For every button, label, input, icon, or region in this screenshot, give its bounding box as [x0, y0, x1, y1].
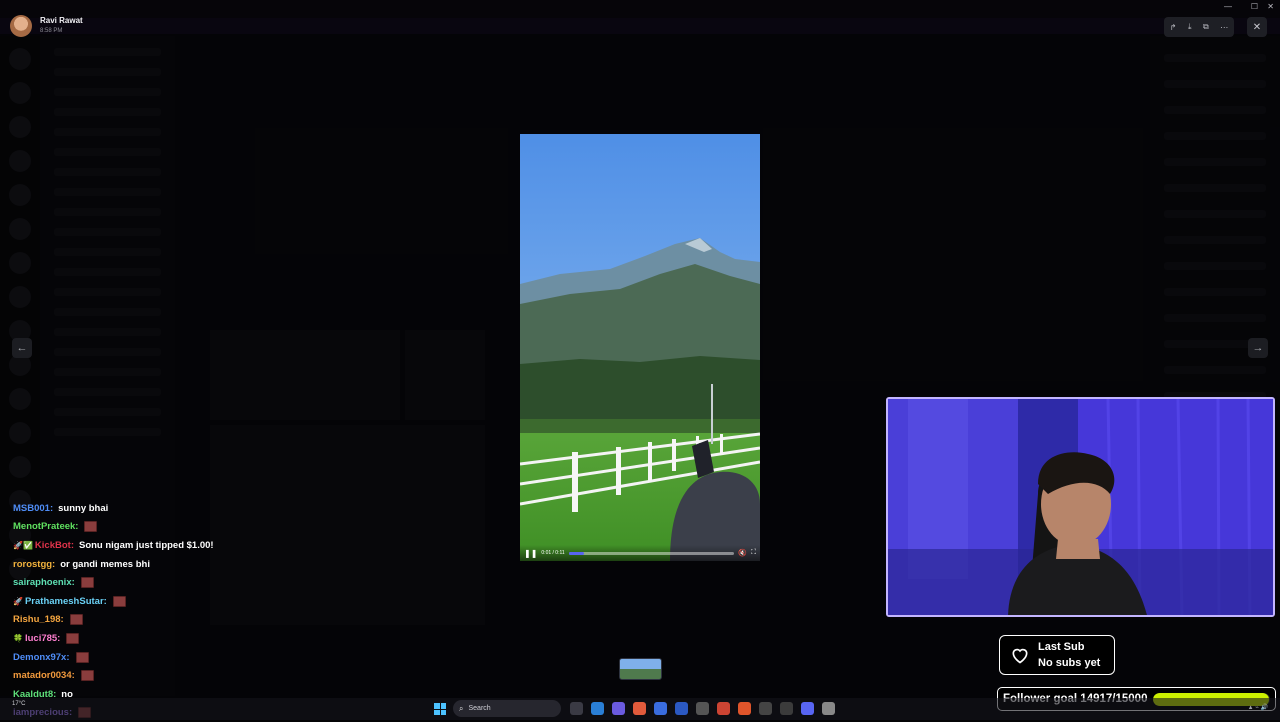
windows-start-icon[interactable]: [434, 703, 446, 715]
open-external-icon[interactable]: ⧉: [1203, 22, 1209, 32]
minimize-icon[interactable]: —: [1224, 2, 1232, 11]
viewer-header: Ravi Rawat 8:58 PM: [10, 15, 83, 37]
app-icon[interactable]: [696, 702, 709, 715]
video-time: 0:01 / 0:11: [541, 550, 565, 556]
seek-bar[interactable]: [568, 551, 735, 555]
attachment-thumbnail[interactable]: [619, 658, 662, 680]
chat-text: or gandi memes bhi: [60, 558, 150, 570]
chat-username[interactable]: MSB001:: [13, 503, 53, 514]
app-icon[interactable]: [717, 702, 730, 715]
pause-icon[interactable]: ❚❚: [524, 549, 537, 558]
chat-username[interactable]: luci785:: [25, 633, 60, 644]
viewer-toolbar: ↱ ⤓ ⧉ ⋯: [1164, 17, 1234, 37]
maximize-icon[interactable]: ☐: [1251, 2, 1258, 11]
app-icon[interactable]: [759, 702, 772, 715]
last-sub-title: Last Sub: [1038, 640, 1085, 653]
copilot-icon[interactable]: [591, 702, 604, 715]
chat-badge-icon: 🍀: [13, 633, 23, 643]
chat-message: MSB001: sunny bhai: [13, 499, 273, 518]
search-icon: ⌕: [459, 703, 464, 713]
chat-username[interactable]: rorostgg:: [13, 559, 55, 570]
chat-emote-icon: [112, 595, 126, 607]
chat-username[interactable]: Rishu_198:: [13, 614, 64, 625]
system-tray[interactable]: ▲ ⌁ 🔊: [1248, 704, 1268, 711]
brave-icon[interactable]: [738, 702, 751, 715]
settings-icon[interactable]: [822, 702, 835, 715]
mute-icon[interactable]: 🔇: [738, 549, 747, 557]
chat-username[interactable]: MenotPrateek:: [13, 521, 78, 532]
chat-message: 🚀✅ KickBot: Sonu nigam just tipped $1.00!: [13, 536, 273, 555]
share-icon[interactable]: ↱: [1170, 23, 1177, 32]
chat-text: Sonu nigam just tipped $1.00!: [78, 539, 214, 551]
post-time: 8:58 PM: [40, 28, 63, 35]
chat-emote-icon: [80, 577, 94, 589]
chat-emote-icon: [80, 670, 94, 682]
fullscreen-icon[interactable]: ⛶: [751, 549, 756, 557]
weather-text[interactable]: 17°C: [12, 701, 25, 707]
author-name[interactable]: Ravi Rawat: [40, 16, 83, 26]
chat-username[interactable]: matador0034:: [13, 670, 75, 681]
more-icon[interactable]: ⋯: [1220, 23, 1228, 32]
chat-emote-icon: [84, 521, 98, 533]
video-frame: [520, 134, 760, 561]
discord-icon[interactable]: [801, 702, 814, 715]
stream-chat: MSB001: sunny bhai MenotPrateek: 🚀✅ KickBot:…: [13, 499, 273, 722]
teams-icon[interactable]: [612, 702, 625, 715]
chrome-icon[interactable]: [633, 702, 646, 715]
chat-text: sunny bhai: [58, 502, 109, 514]
chat-username[interactable]: sairaphoenix:: [13, 577, 75, 588]
webcam-feed: [886, 397, 1275, 617]
chat-message: Demonx97x:: [13, 648, 273, 667]
app-icon[interactable]: [675, 702, 688, 715]
taskbar-apps: [570, 702, 835, 715]
chat-emote-icon: [69, 614, 83, 626]
chat-username[interactable]: KickBot:: [35, 540, 74, 551]
search-placeholder: Search: [468, 705, 491, 712]
chat-message: MenotPrateek:: [13, 518, 273, 537]
last-sub-widget: Last Sub No subs yet: [999, 635, 1115, 675]
app-icon[interactable]: [780, 702, 793, 715]
chat-message: 🍀 luci785:: [13, 629, 273, 648]
chat-message: rorostgg: or gandi memes bhi: [13, 555, 273, 574]
last-sub-value: No subs yet: [1038, 657, 1101, 669]
chat-badge-icon: 🚀✅: [13, 540, 33, 550]
avatar[interactable]: [10, 15, 32, 37]
previous-arrow-icon[interactable]: ←: [12, 338, 32, 358]
chat-username[interactable]: PrathameshSutar:: [25, 596, 107, 607]
task-view-icon[interactable]: [570, 702, 583, 715]
chat-emote-icon: [66, 632, 80, 644]
video-player[interactable]: ❚❚ 0:01 / 0:11 🔇 ⛶: [520, 134, 760, 561]
chat-message: sairaphoenix:: [13, 573, 273, 592]
chat-badge-icon: 🚀: [13, 596, 23, 606]
seek-progress: [568, 551, 584, 555]
chat-emote-icon: [75, 651, 89, 663]
video-controls: ❚❚ 0:01 / 0:11 🔇 ⛶: [520, 545, 760, 561]
taskbar: 17°C ⌕ Search ▲ ⌁ 🔊: [0, 698, 1280, 720]
window-close-icon[interactable]: ✕: [1267, 2, 1274, 11]
chat-message: Rishu_198:: [13, 611, 273, 630]
heart-icon: [1012, 648, 1028, 664]
close-icon[interactable]: ✕: [1247, 17, 1267, 37]
chat-username[interactable]: Demonx97x:: [13, 652, 70, 663]
chat-message: matador0034:: [13, 666, 273, 685]
download-icon[interactable]: ⤓: [1188, 22, 1192, 32]
edge-icon[interactable]: [654, 702, 667, 715]
next-arrow-icon[interactable]: →: [1248, 338, 1268, 358]
chat-message: 🚀 PrathameshSutar:: [13, 592, 273, 611]
taskbar-search[interactable]: ⌕ Search: [453, 700, 561, 717]
